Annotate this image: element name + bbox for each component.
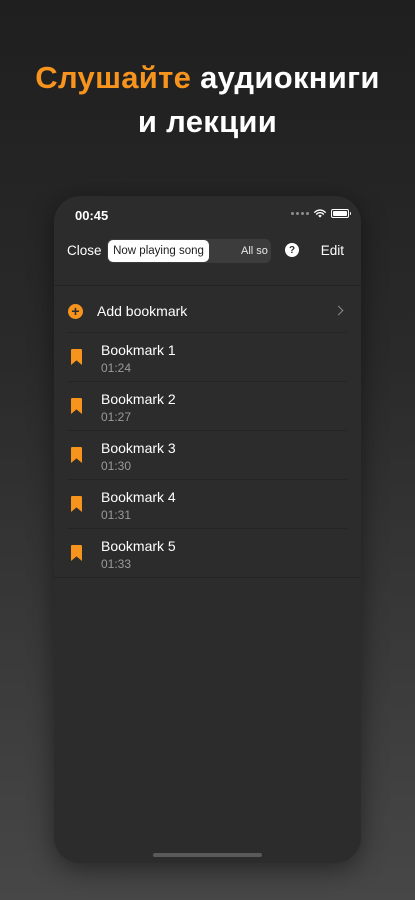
segment-now-playing[interactable]: Now playing song xyxy=(108,240,209,262)
cellular-signal-icon xyxy=(291,212,309,215)
bookmark-icon xyxy=(71,447,82,463)
bookmark-icon xyxy=(71,496,82,512)
status-time: 00:45 xyxy=(75,208,109,223)
bookmark-row[interactable]: Bookmark 5 01:33 xyxy=(54,529,361,577)
bookmark-row[interactable]: Bookmark 4 01:31 xyxy=(54,480,361,528)
bookmark-time: 01:31 xyxy=(101,508,132,522)
home-indicator[interactable] xyxy=(153,853,262,857)
bookmark-row[interactable]: Bookmark 2 01:27 xyxy=(54,382,361,430)
wifi-icon xyxy=(314,209,326,218)
add-bookmark-label: Add bookmark xyxy=(97,303,188,319)
bookmark-icon xyxy=(71,349,82,365)
help-icon[interactable]: ? xyxy=(285,243,299,257)
headline-rest: аудиокниги xyxy=(200,60,380,95)
add-bookmark-row[interactable]: + Add bookmark xyxy=(54,296,361,332)
divider xyxy=(54,577,361,578)
divider xyxy=(54,285,361,286)
bookmark-row[interactable]: Bookmark 1 01:24 xyxy=(54,333,361,381)
bookmark-time: 01:24 xyxy=(101,361,132,375)
bookmark-time: 01:30 xyxy=(101,459,132,473)
status-icons xyxy=(291,209,351,218)
phone-screen: 00:45 Close Now playing song All so ? Ed… xyxy=(54,196,361,863)
bookmark-title: Bookmark 1 xyxy=(101,342,176,358)
headline-line-1: Слушайте аудиокниги xyxy=(0,56,415,100)
headline-accent: Слушайте xyxy=(35,60,192,95)
bookmark-icon xyxy=(71,545,82,561)
bookmark-row[interactable]: Bookmark 3 01:30 xyxy=(54,431,361,479)
plus-circle-icon: + xyxy=(68,304,83,319)
bookmark-title: Bookmark 2 xyxy=(101,391,176,407)
bookmark-list: Bookmark 1 01:24 Bookmark 2 01:27 Bookma… xyxy=(54,332,361,578)
bookmark-title: Bookmark 5 xyxy=(101,538,176,554)
headline-line-2: и лекции xyxy=(137,104,278,139)
bookmark-icon xyxy=(71,398,82,414)
segment-all-songs[interactable]: All so xyxy=(241,245,268,257)
bookmark-time: 01:33 xyxy=(101,557,132,571)
edit-button[interactable]: Edit xyxy=(321,243,344,258)
segmented-control: Now playing song All so xyxy=(107,239,271,263)
navbar: Close Now playing song All so ? Edit xyxy=(54,238,361,264)
bookmark-time: 01:27 xyxy=(101,410,132,424)
bookmark-title: Bookmark 4 xyxy=(101,489,176,505)
chevron-right-icon xyxy=(333,305,344,316)
close-button[interactable]: Close xyxy=(67,243,102,258)
battery-icon xyxy=(331,209,351,218)
bookmark-title: Bookmark 3 xyxy=(101,440,176,456)
status-bar: 00:45 xyxy=(54,196,361,234)
promo-headline: Слушайте аудиокниги и лекции xyxy=(0,56,415,144)
